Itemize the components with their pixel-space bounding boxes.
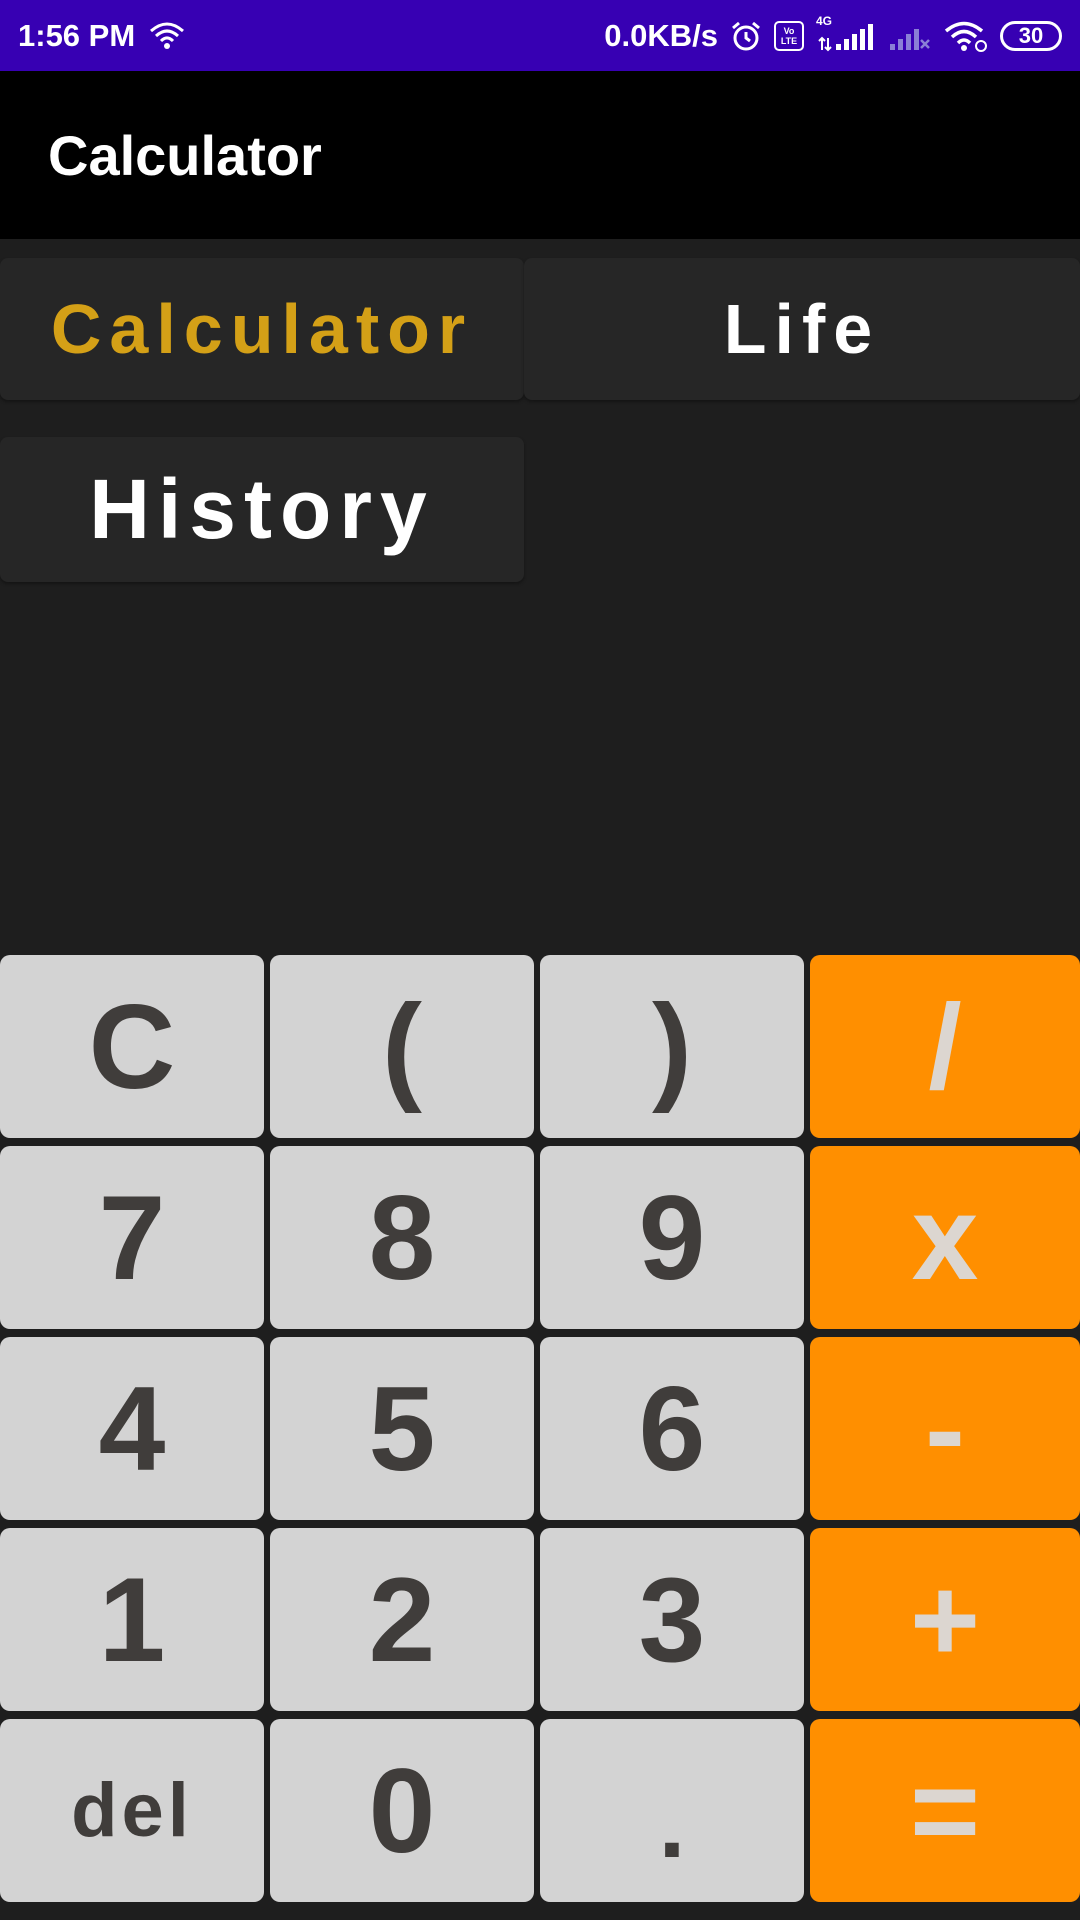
volte-icon: Vo LTE	[774, 20, 804, 51]
history-button[interactable]: History	[0, 437, 524, 582]
status-bar-left: 1:56 PM	[18, 18, 185, 54]
history-label: History	[89, 462, 435, 556]
equals-button[interactable]: =	[810, 1719, 1080, 1902]
divide-button[interactable]: /	[810, 955, 1080, 1138]
clear-button[interactable]: C	[0, 955, 264, 1138]
digit-2-button[interactable]: 2	[270, 1528, 534, 1711]
battery-icon: 30	[1000, 20, 1062, 51]
calculator-mode-label: Calculator	[50, 290, 474, 368]
volte-bottom-label: LTE	[780, 35, 798, 46]
delete-button[interactable]: del	[0, 1719, 264, 1902]
wifi-icon	[149, 21, 185, 51]
volte-top-label: Vo	[783, 25, 795, 36]
digit-5-button[interactable]: 5	[270, 1337, 534, 1520]
open-paren-button[interactable]: (	[270, 955, 534, 1138]
calculator-mode-button[interactable]: Calculator	[0, 258, 524, 400]
decimal-button[interactable]: .	[540, 1719, 804, 1902]
status-bar: 1:56 PM 0.0KB/s Vo LTE 4G 30	[0, 0, 1080, 71]
digit-0-button[interactable]: 0	[270, 1719, 534, 1902]
signal-icon: 4G	[816, 14, 876, 52]
digit-1-button[interactable]: 1	[0, 1528, 264, 1711]
status-time: 1:56 PM	[18, 17, 136, 53]
wifi-icon	[944, 20, 988, 52]
multiply-button[interactable]: x	[810, 1146, 1080, 1329]
status-bar-right: 0.0KB/s Vo LTE 4G 30	[604, 14, 1062, 54]
signal-no-service-icon	[888, 20, 932, 52]
life-mode-button[interactable]: Life	[524, 258, 1080, 400]
digit-4-button[interactable]: 4	[0, 1337, 264, 1520]
calculator-display	[0, 600, 1080, 950]
network-speed: 0.0KB/s	[604, 17, 718, 53]
app-bar: Calculator	[0, 71, 1080, 239]
keypad: C ( ) / 7 8 9 x 4 5 6 - 1 2 3 + del 0 . …	[0, 955, 1080, 1902]
digit-3-button[interactable]: 3	[540, 1528, 804, 1711]
digit-9-button[interactable]: 9	[540, 1146, 804, 1329]
digit-7-button[interactable]: 7	[0, 1146, 264, 1329]
battery-level: 30	[1018, 22, 1044, 48]
add-button[interactable]: +	[810, 1528, 1080, 1711]
close-paren-button[interactable]: )	[540, 955, 804, 1138]
app-title: Calculator	[48, 123, 322, 187]
subtract-button[interactable]: -	[810, 1337, 1080, 1520]
digit-6-button[interactable]: 6	[540, 1337, 804, 1520]
alarm-icon	[730, 20, 762, 52]
digit-8-button[interactable]: 8	[270, 1146, 534, 1329]
life-mode-label: Life	[723, 290, 881, 368]
network-type-label: 4G	[816, 13, 833, 28]
